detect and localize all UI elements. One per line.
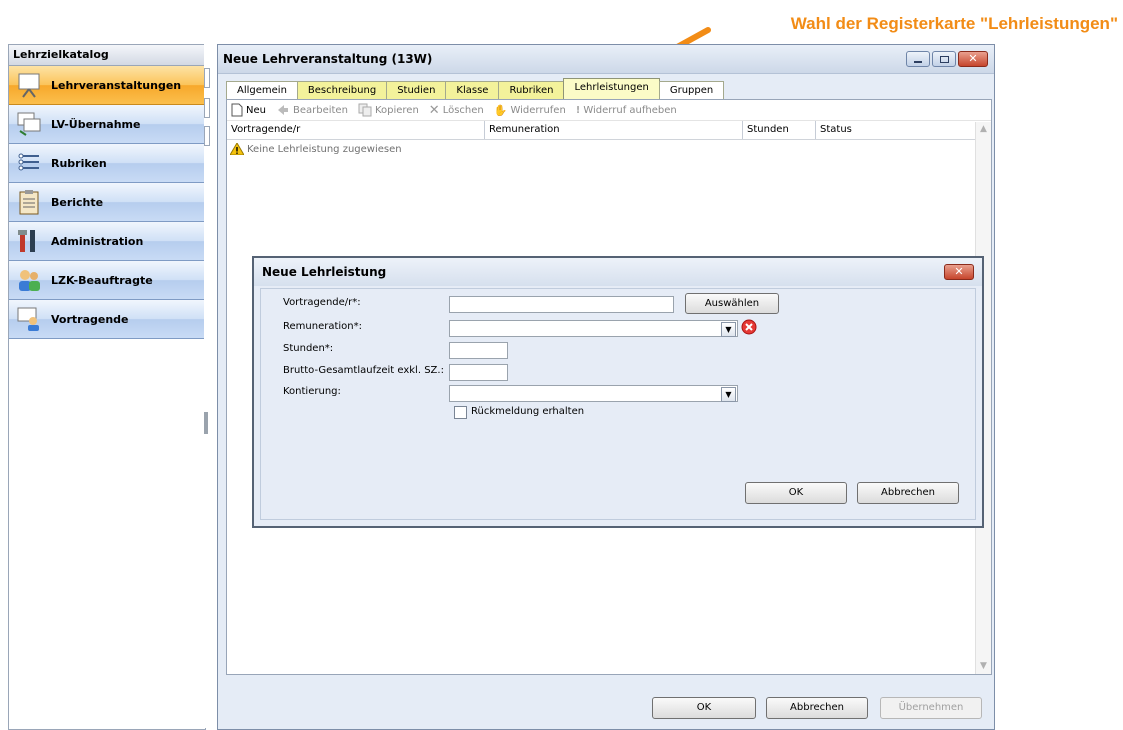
maximize-button[interactable] xyxy=(932,51,956,67)
sidebar-item-label: LZK-Beauftragte xyxy=(51,273,153,287)
tab-klasse[interactable]: Klasse xyxy=(445,81,500,100)
copy-icon xyxy=(358,103,372,117)
label-remuneration: Remuneration*: xyxy=(283,321,362,332)
toolbar: Neu Bearbeiten Kopieren ✕ Löschen ✋ Wide… xyxy=(227,100,991,121)
presenter-icon xyxy=(15,305,43,333)
remuneration-select[interactable]: ▼ xyxy=(449,320,738,337)
revoke-button[interactable]: ✋ Widerrufen xyxy=(494,104,566,117)
clipboard-icon xyxy=(15,188,43,216)
tab-allgemein[interactable]: Allgemein xyxy=(226,81,298,100)
scroll-down-icon[interactable]: ▼ xyxy=(976,659,991,674)
minimize-icon xyxy=(914,60,922,63)
close-icon: ✕ xyxy=(954,265,964,278)
column-header-vortragende[interactable]: Vortragende/r xyxy=(227,121,485,139)
label-kontierung: Kontierung: xyxy=(283,386,341,397)
maximize-icon xyxy=(939,55,949,63)
board-transfer-icon xyxy=(15,110,43,138)
minimize-button[interactable] xyxy=(906,51,930,67)
dialog-ok-button[interactable]: OK xyxy=(745,482,847,504)
sidebar-item-lzk-beauftragte[interactable]: LZK-Beauftragte xyxy=(9,261,205,300)
feedback-checkbox-label: Rückmeldung erhalten xyxy=(471,406,585,417)
unrevoke-button[interactable]: ! Widerruf aufheben xyxy=(576,105,677,116)
presentation-board-icon xyxy=(15,71,43,99)
tab-bar: Allgemein Beschreibung Studien Klasse Ru… xyxy=(226,78,725,100)
chevron-down-icon[interactable]: ▼ xyxy=(721,387,736,402)
column-header-stunden[interactable]: Stunden xyxy=(743,121,816,139)
chevron-down-icon[interactable]: ▼ xyxy=(721,322,736,337)
sidebar: Lehrzielkatalog Lehrveranstaltungen LV-Ü… xyxy=(8,44,206,730)
sidebar-item-berichte[interactable]: Berichte xyxy=(9,183,205,222)
sidebar-item-label: Vortragende xyxy=(51,312,129,326)
close-button[interactable]: ✕ xyxy=(958,51,988,67)
column-header-remuneration[interactable]: Remuneration xyxy=(485,121,743,139)
dialog-neue-lehrleistung: Neue Lehrleistung ✕ Vortragende/r*: Ausw… xyxy=(252,256,984,528)
hours-input[interactable] xyxy=(449,342,508,359)
select-lecturer-button[interactable]: Auswählen xyxy=(685,293,779,314)
window-title: Neue Lehrveranstaltung (13W) xyxy=(223,52,433,66)
splitter-handle[interactable] xyxy=(204,412,208,434)
tab-gruppen[interactable]: Gruppen xyxy=(658,81,725,100)
tools-icon xyxy=(15,227,43,255)
copy-button[interactable]: Kopieren xyxy=(358,103,419,117)
label-brutto: Brutto-Gesamtlaufzeit exkl. SZ.: xyxy=(283,365,444,376)
grid-header: Vortragende/r Remuneration Stunden Statu… xyxy=(227,121,991,140)
annotation-text: Wahl der Registerkarte "Lehrleistungen" xyxy=(790,14,1118,33)
gross-duration-input[interactable] xyxy=(449,364,508,381)
sidebar-item-administration[interactable]: Administration xyxy=(9,222,205,261)
column-header-status[interactable]: Status xyxy=(816,121,960,139)
edit-arrow-icon xyxy=(277,105,288,115)
sidebar-item-label: Lehrveranstaltungen xyxy=(51,78,182,92)
tab-studien[interactable]: Studien xyxy=(386,81,447,100)
dialog-body: Vortragende/r*: Auswählen Remuneration*:… xyxy=(260,288,976,520)
cancel-button[interactable]: Abbrechen xyxy=(766,697,868,719)
sidebar-item-vortragende[interactable]: Vortragende xyxy=(9,300,205,339)
new-button[interactable]: Neu xyxy=(231,103,266,117)
apply-button[interactable]: Übernehmen xyxy=(880,697,982,719)
splitter-stub xyxy=(204,98,210,118)
sidebar-item-label: Berichte xyxy=(51,195,104,209)
edit-button[interactable]: Bearbeiten xyxy=(276,103,348,117)
new-document-icon xyxy=(231,103,243,117)
dialog-titlebar: Neue Lehrleistung ✕ xyxy=(254,258,982,286)
sidebar-item-label: Administration xyxy=(51,234,144,248)
sidebar-item-rubriken[interactable]: Rubriken xyxy=(9,144,205,183)
people-icon xyxy=(15,266,43,294)
splitter-stub xyxy=(204,126,210,146)
dialog-cancel-button[interactable]: Abbrechen xyxy=(857,482,959,504)
ok-button[interactable]: OK xyxy=(652,697,756,719)
hand-icon: ✋ xyxy=(493,103,508,117)
lecturer-input[interactable] xyxy=(449,296,674,313)
tab-rubriken[interactable]: Rubriken xyxy=(498,81,565,100)
scroll-up-icon[interactable]: ▲ xyxy=(976,122,991,137)
delete-icon: ✕ xyxy=(428,102,440,118)
label-stunden: Stunden*: xyxy=(283,343,334,354)
sidebar-item-lehrveranstaltungen[interactable]: Lehrveranstaltungen xyxy=(9,66,205,105)
error-icon xyxy=(741,319,757,335)
splitter-stub xyxy=(204,68,210,88)
sidebar-title: Lehrzielkatalog xyxy=(9,45,205,66)
tab-lehrleistungen[interactable]: Lehrleistungen xyxy=(563,78,660,100)
feedback-checkbox[interactable] xyxy=(454,406,467,419)
warning-icon xyxy=(230,143,244,155)
delete-button[interactable]: ✕ Löschen xyxy=(429,103,484,118)
sidebar-item-label: LV-Übernahme xyxy=(51,117,141,131)
sidebar-item-label: Rubriken xyxy=(51,156,107,170)
sidebar-item-lv-uebernahme[interactable]: LV-Übernahme xyxy=(9,105,205,144)
label-vortragende: Vortragende/r*: xyxy=(283,297,361,308)
tab-beschreibung[interactable]: Beschreibung xyxy=(296,81,388,100)
dialog-close-button[interactable]: ✕ xyxy=(944,264,974,280)
window-titlebar: Neue Lehrveranstaltung (13W) ✕ xyxy=(218,45,994,74)
exclamation-icon: ! xyxy=(575,104,581,116)
close-icon: ✕ xyxy=(968,52,978,65)
window-button-bar: OK Abbrechen Übernehmen xyxy=(218,675,994,729)
list-icon xyxy=(15,149,43,177)
empty-message: Keine Lehrleistung zugewiesen xyxy=(227,140,991,155)
account-select[interactable]: ▼ xyxy=(449,385,738,402)
dialog-title: Neue Lehrleistung xyxy=(262,265,387,279)
